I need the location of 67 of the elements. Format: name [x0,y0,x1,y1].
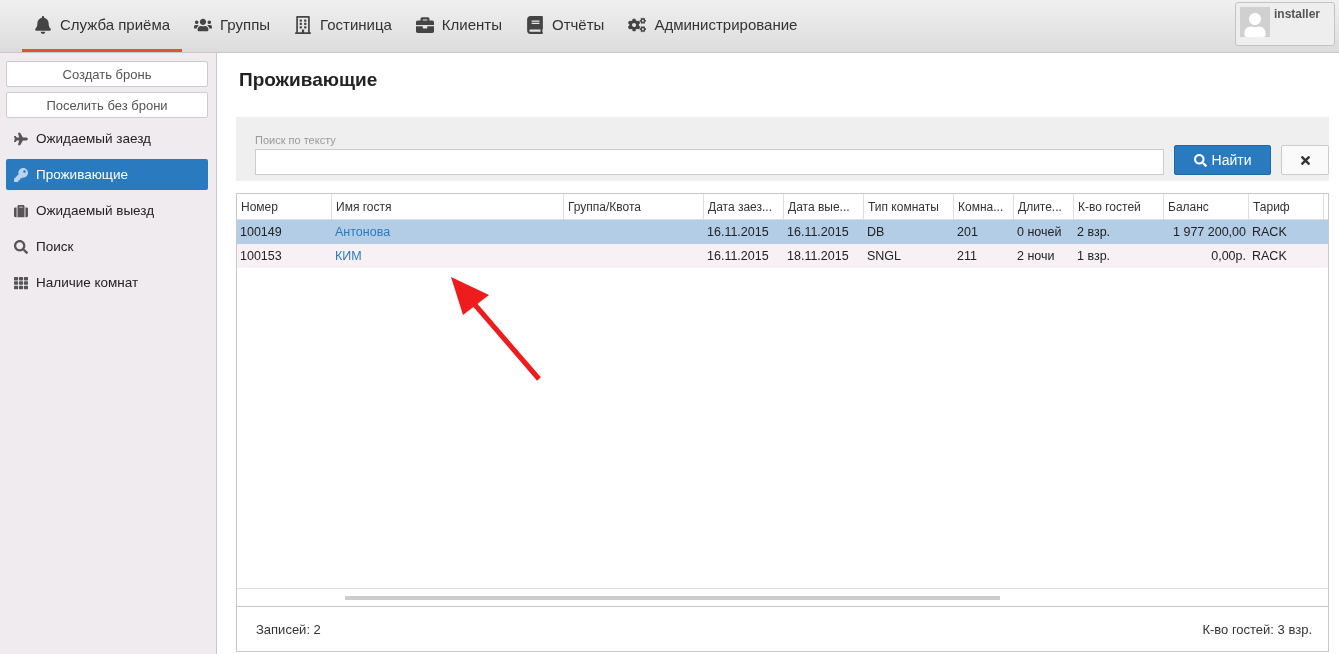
table-cell-text: 2 взр. [1076,224,1112,241]
column-header[interactable]: Тип комнаты [864,194,954,219]
gears-icon [628,15,647,34]
sidebar-button[interactable]: Поселить без брони [6,92,208,118]
building-icon [294,15,313,34]
plane-icon [14,131,28,146]
nav-tab[interactable]: Клиенты [403,0,514,52]
table-cell-text: RACK [1251,248,1288,265]
briefcase-icon [415,15,434,34]
column-header[interactable]: Длите... [1014,194,1074,219]
column-header[interactable]: Баланс [1164,194,1249,219]
table-cell-text: 16.11.2015 [706,224,770,241]
table-cell-text: SNGL [866,248,903,265]
nav-tab[interactable]: Отчёты [514,0,617,52]
sidebar-button[interactable]: Создать бронь [6,61,208,87]
user-name: installer [1274,7,1321,23]
table-cell-text: DB [866,224,886,241]
column-header[interactable]: Дата заез... [704,194,784,219]
column-header[interactable]: Номер [237,194,332,219]
table-cell-text: 100153 [239,248,283,265]
table-cell-text: RACK [1251,224,1288,241]
table-cell-text: 211 [956,248,978,265]
table-cell-text: 100149 [239,224,283,241]
bell-icon [34,15,52,34]
table-cell-text: 1 977 200,00 [1172,224,1247,241]
find-button[interactable]: Найти [1174,145,1271,175]
sidebar-item[interactable]: Ожидаемый заезд [6,123,208,154]
search-field[interactable] [255,149,1164,175]
grid-icon [14,275,28,290]
book-icon [526,15,544,34]
search-icon [1193,153,1207,167]
table-cell-text: 18.11.2015 [786,248,850,265]
page-title: Проживающие [239,69,379,92]
column-header[interactable]: Комна... [954,194,1014,219]
sidebar-item[interactable]: Наличие комнат [6,267,208,298]
table-cell-text: 2 ночи [1016,248,1056,265]
scrollbar-thumb[interactable] [345,595,1000,600]
table-row[interactable]: 100149 Антонова 16.11.2015 16.11.2015 DB 201 0 ночей 2 взр. 1 977 200,00 RACK [237,220,1328,244]
records-count: Записей: 2 [256,621,321,637]
table-cell-text: 16.11.2015 [786,224,850,241]
guest-link[interactable]: КИМ [332,244,564,268]
table-cell-text: 16.11.2015 [706,248,770,265]
column-header[interactable]: Имя гостя [332,194,564,219]
avatar-icon [1240,7,1270,37]
column-header[interactable]: К-во гостей [1074,194,1164,219]
table-cell-text: 1 взр. [1076,248,1112,265]
table-row[interactable]: 100153 КИМ 16.11.2015 18.11.2015 SNGL 211 2 ночи 1 взр. 0,00р. RACK [237,244,1328,268]
search-icon [14,239,28,254]
table-cell-text: 201 [956,224,979,241]
sidebar-item[interactable]: Поиск [6,231,208,262]
column-header[interactable]: Группа/Квота [564,194,704,219]
sidebar-item[interactable]: Ожидаемый выезд [6,195,208,226]
key-icon [14,167,28,182]
guests-count: К-во гостей: 3 взр. [1202,621,1312,637]
search-label: Поиск по тексту [255,134,337,146]
table-cell-text: 0 ночей [1016,224,1063,241]
nav-tab[interactable]: Группы [182,0,283,52]
close-icon [1298,153,1312,167]
column-header[interactable]: Тариф [1249,194,1324,219]
nav-tab[interactable]: Администрирование [616,0,810,52]
table-cell-text: 0,00р. [1210,248,1247,265]
nav-tab[interactable]: Гостиница [282,0,404,52]
clear-button[interactable] [1281,145,1329,175]
suitcase-icon [14,203,28,218]
user-menu[interactable]: installer [1235,2,1335,46]
sidebar-item[interactable]: Проживающие [6,159,208,190]
column-header[interactable]: Дата вые... [784,194,864,219]
